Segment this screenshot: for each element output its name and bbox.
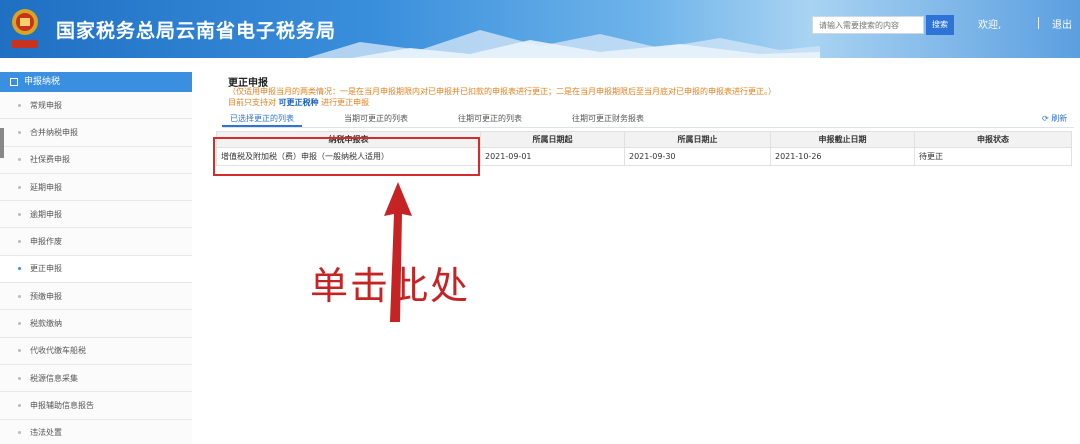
table-cell: 待更正 [914,147,1072,166]
sidebar-item[interactable]: 申报作废 [0,228,192,256]
tab-past-correctable[interactable]: 往期可更正的列表 [450,113,530,127]
bullet-icon [18,322,21,326]
sidebar-item[interactable]: 社保费申报 [0,146,192,174]
sidebar-item[interactable]: 延期申报 [0,173,192,202]
sidebar-item[interactable]: 税源信息采集 [0,364,192,393]
column-header: 申报截止日期 [770,131,915,148]
sidebar-item[interactable]: 预缴申报 [0,283,192,311]
sidebar-item[interactable]: 违法处置 [0,419,192,444]
sidebar-item-label: 税源信息采集 [30,373,78,383]
sidebar-item-label: 常规申报 [30,100,62,110]
sidebar-item-label: 申报辅助信息报告 [30,400,94,410]
sidebar-item[interactable]: 常规申报 [0,92,192,120]
sidebar-item-label: 违法处置 [30,428,62,438]
mountain-decoration [306,30,820,58]
sidebar-item-label: 合并纳税申报 [30,127,78,137]
tax-emblem-icon [12,9,38,48]
notice-supported: 目前只支持对 可更正税种 进行更正申报 [228,97,369,108]
tab-past-financial-reports[interactable]: 往期可更正财务报表 [564,113,652,127]
bullet-icon [18,158,21,162]
bullet-icon [18,185,21,189]
column-header: 申报状态 [914,131,1072,148]
notice-prefix: 目前只支持对 [228,98,276,107]
table-cell: 2021-10-26 [770,147,915,166]
correctable-tax-link[interactable]: 可更正税种 [279,98,319,107]
tab-current-correctable[interactable]: 当期可更正的列表 [336,113,416,127]
refresh-icon: ⟳ [1042,114,1049,123]
callout-text: 单击此处 [310,264,471,308]
bullet-icon [18,403,21,407]
column-header: 所属日期止 [624,131,771,148]
bullet-icon [18,431,21,435]
bullet-icon [18,212,21,216]
highlight-box [213,137,480,176]
header-divider [1038,17,1039,29]
sidebar-collapse-handle[interactable] [0,128,4,158]
sidebar-item-label: 代收代缴车船税 [30,346,86,356]
bullet-icon [18,376,21,380]
sidebar-item[interactable]: 合并纳税申报 [0,119,192,147]
tab-selected-corrections[interactable]: 已选择更正的列表 [222,113,302,127]
menu-square-icon [10,78,18,86]
notice-suffix: 进行更正申报 [321,98,370,107]
sidebar: 申报纳税 常规申报 合并纳税申报 社保费申报 延期申报 逾期申报 申报作废 更正… [0,72,192,444]
sidebar-item-label: 申报作废 [30,237,62,247]
sidebar-item[interactable]: 税款缴纳 [0,310,192,338]
tab-underline [222,127,1074,128]
table-cell: 2021-09-01 [480,147,625,166]
table-cell: 2021-09-30 [624,147,771,166]
notice-text: （仅适用申报当月的两类情况：一是在当月申报期限内对已申报并已扣款的申报表进行更正… [228,87,776,96]
sidebar-item[interactable]: 申报辅助信息报告 [0,392,192,420]
bullet-icon [18,103,21,107]
sidebar-item-label: 逾期申报 [30,209,62,219]
logout-link[interactable]: 退出 [1052,16,1072,31]
sidebar-item-label: 更正申报 [30,264,62,274]
sidebar-section-title: 申报纳税 [24,77,61,87]
sidebar-section-header[interactable]: 申报纳税 [0,72,192,92]
sidebar-item-label: 预缴申报 [30,291,62,301]
sidebar-item[interactable]: 逾期申报 [0,201,192,229]
tab-bar: 已选择更正的列表 当期可更正的列表 往期可更正的列表 往期可更正财务报表 [222,113,686,127]
refresh-button[interactable]: ⟳ 刷新 [1042,113,1067,124]
sidebar-menu: 常规申报 合并纳税申报 社保费申报 延期申报 逾期申报 申报作废 更正申报 预缴… [0,92,192,444]
column-header: 所属日期起 [480,131,625,148]
search-input[interactable] [812,16,924,34]
site-title: 国家税务总局云南省电子税务局 [56,20,337,42]
bullet-icon [18,294,21,298]
bullet-icon [18,267,21,271]
sidebar-item[interactable]: 代收代缴车船税 [0,337,192,365]
bullet-icon [18,130,21,134]
sidebar-item-label: 延期申报 [30,182,62,192]
refresh-label: 刷新 [1051,114,1068,123]
welcome-text: 欢迎, [978,20,1002,31]
search-button[interactable]: 搜索 [926,15,954,35]
sidebar-item-label: 社保费申报 [30,155,70,165]
sidebar-item-active[interactable]: 更正申报 [0,255,192,284]
main-content: 更正申报 （仅适用申报当月的两类情况：一是在当月申报期限内对已申报并已扣款的申报… [200,70,1080,444]
header: 国家税务总局云南省电子税务局 搜索 欢迎, 退出 [0,0,1080,58]
bullet-icon [18,349,21,353]
bullet-icon [18,240,21,244]
sidebar-item-label: 税款缴纳 [30,319,62,329]
